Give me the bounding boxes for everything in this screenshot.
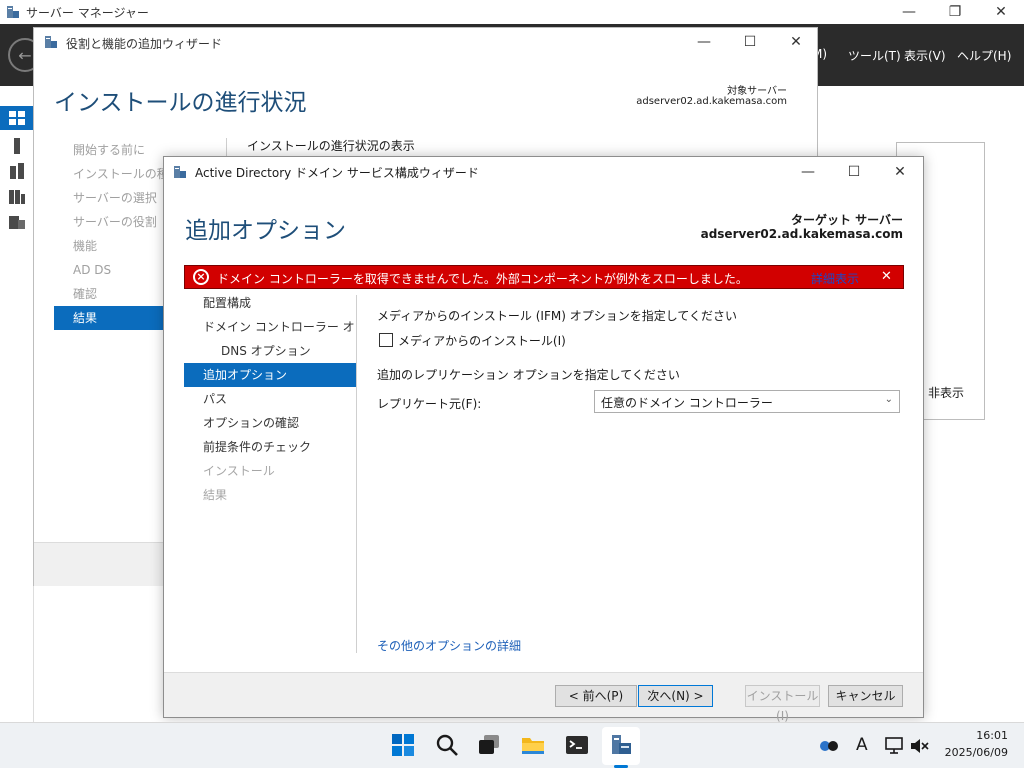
- file-explorer-icon[interactable]: [520, 732, 546, 758]
- all-servers-icon[interactable]: [8, 163, 26, 179]
- local-server-icon[interactable]: [8, 138, 26, 154]
- volume-muted-icon[interactable]: [908, 735, 930, 757]
- adds-step-results: 結果: [203, 488, 228, 502]
- add-roles-wizard-titlebar: 役割と機能の追加ウィザード — ☐ ✕: [34, 28, 817, 58]
- next-button[interactable]: 次へ(N) >: [638, 685, 713, 707]
- adds-step-installation: インストール: [203, 464, 275, 478]
- adds-target-server-value: adserver02.ad.kakemasa.com: [700, 227, 903, 241]
- terminal-icon[interactable]: [564, 732, 590, 758]
- replicate-from-value: 任意のドメイン コントローラー: [601, 396, 773, 410]
- roles-step-features[interactable]: 機能: [54, 234, 164, 258]
- w2-close-button[interactable]: ✕: [877, 157, 923, 187]
- roles-wizard-target-value: adserver02.ad.kakemasa.com: [636, 96, 787, 107]
- roles-step-before-you-begin[interactable]: 開始する前に: [54, 138, 164, 162]
- menu-tools[interactable]: ツール(T): [848, 47, 901, 64]
- ime-indicator[interactable]: A: [856, 735, 868, 755]
- adds-step-prerequisites-check[interactable]: 前提条件のチェック: [184, 435, 356, 459]
- adds-wizard-heading: 追加オプション: [185, 218, 346, 244]
- w1-maximize-button[interactable]: ☐: [727, 28, 773, 56]
- hide-link[interactable]: 非表示: [928, 384, 964, 401]
- server-manager-titlebar: サーバー マネージャー — ❐ ✕: [0, 0, 1024, 24]
- server-manager-title: サーバー マネージャー: [26, 6, 149, 20]
- roles-step-confirmation[interactable]: 確認: [54, 282, 164, 306]
- task-view-icon[interactable]: [476, 732, 502, 758]
- dashboard-icon: [9, 111, 25, 125]
- ifm-checkbox[interactable]: [379, 333, 393, 347]
- progress-view-title: インストールの進行状況の表示: [247, 139, 415, 153]
- replicate-from-dropdown[interactable]: 任意のドメイン コントローラー ⌄: [594, 390, 900, 413]
- ifm-checkbox-label[interactable]: メディアからのインストール(I): [398, 332, 566, 349]
- ifm-section-title: メディアからのインストール (IFM) オプションを指定してください: [377, 309, 737, 323]
- error-details-link[interactable]: 詳細表示: [811, 270, 859, 287]
- roles-step-ad-ds[interactable]: AD DS: [54, 258, 164, 282]
- adds-wizard-divider: [356, 295, 357, 653]
- menu-help[interactable]: ヘルプ(H): [957, 47, 1011, 64]
- clock-date[interactable]: 2025/06/09: [930, 746, 1008, 759]
- roles-wizard-target-label: 対象サーバー: [727, 86, 787, 97]
- network-sharing-icon[interactable]: [818, 736, 840, 756]
- wizard-app-icon: [44, 35, 58, 52]
- search-icon[interactable]: [434, 732, 460, 758]
- roles-wizard-heading: インストールの進行状況: [54, 90, 307, 116]
- roles-step-installation-type[interactable]: インストールの種類: [54, 162, 164, 186]
- adds-wizard-title: Active Directory ドメイン サービス構成ウィザード: [195, 166, 479, 180]
- server-manager-nav: [0, 86, 34, 722]
- nav-dashboard[interactable]: [0, 106, 34, 130]
- adds-target-server-label: ターゲット サーバー: [790, 213, 903, 227]
- error-message: ドメイン コントローラーを取得できませんでした。外部コンポーネントが例外をスロー…: [217, 272, 748, 286]
- more-options-link[interactable]: その他のオプションの詳細: [377, 637, 521, 654]
- replication-section-title: 追加のレプリケーション オプションを指定してください: [377, 368, 680, 382]
- previous-button[interactable]: < 前へ(P): [555, 685, 637, 707]
- network-monitor-icon[interactable]: [884, 735, 906, 757]
- adds-step-paths[interactable]: パス: [184, 387, 356, 411]
- error-close-icon[interactable]: ✕: [881, 269, 892, 284]
- adds-step-dns-options[interactable]: DNS オプション: [184, 339, 356, 363]
- add-roles-wizard-title: 役割と機能の追加ウィザード: [66, 37, 223, 51]
- file-storage-icon[interactable]: [8, 213, 26, 229]
- menu-view[interactable]: 表示(V): [904, 47, 946, 64]
- cancel-button[interactable]: キャンセル: [828, 685, 903, 707]
- adds-wizard-footer: < 前へ(P) 次へ(N) > インストール(I) キャンセル: [164, 672, 923, 723]
- replicate-from-label: レプリケート元(F):: [377, 397, 482, 411]
- roles-step-server-selection[interactable]: サーバーの選択: [54, 186, 164, 210]
- sm-minimize-button[interactable]: —: [886, 0, 932, 24]
- start-icon[interactable]: [390, 732, 416, 758]
- install-button[interactable]: インストール(I): [745, 685, 820, 723]
- server-manager-app-icon: [6, 5, 20, 22]
- sm-close-button[interactable]: ✕: [978, 0, 1024, 24]
- w2-maximize-button[interactable]: ☐: [831, 157, 877, 187]
- ad-ds-icon[interactable]: [8, 188, 26, 204]
- chevron-down-icon: ⌄: [884, 394, 893, 405]
- error-x-icon: ×: [193, 269, 209, 285]
- clock-time[interactable]: 16:01: [950, 729, 1008, 742]
- roles-step-results[interactable]: 結果: [54, 306, 164, 330]
- adds-step-review-options[interactable]: オプションの確認: [184, 411, 356, 435]
- adds-step-additional-options[interactable]: 追加オプション: [184, 363, 356, 387]
- server-manager-icon[interactable]: [608, 732, 634, 758]
- adds-step-dc-options[interactable]: ドメイン コントローラー オプション: [184, 315, 356, 339]
- w1-minimize-button[interactable]: —: [681, 28, 727, 56]
- roles-wizard-steps: 開始する前に インストールの種類 サーバーの選択 サーバーの役割 機能 AD D…: [54, 138, 164, 330]
- error-banner: × ドメイン コントローラーを取得できませんでした。外部コンポーネントが例外をス…: [184, 265, 904, 289]
- sm-maximize-button[interactable]: ❐: [932, 0, 978, 24]
- adds-step-deployment-configuration[interactable]: 配置構成: [184, 291, 356, 315]
- w1-close-button[interactable]: ✕: [773, 28, 819, 56]
- taskbar: A 16:01 2025/06/09: [0, 722, 1024, 768]
- adds-wizard-titlebar: Active Directory ドメイン サービス構成ウィザード — ☐ ✕: [164, 157, 923, 187]
- adds-wizard-app-icon: [173, 165, 187, 182]
- w2-minimize-button[interactable]: —: [785, 157, 831, 187]
- roles-step-server-roles[interactable]: サーバーの役割: [54, 210, 164, 234]
- adds-wizard-window: Active Directory ドメイン サービス構成ウィザード — ☐ ✕ …: [163, 156, 924, 723]
- adds-wizard-steps: 配置構成 ドメイン コントローラー オプション DNS オプション 追加オプショ…: [184, 291, 356, 507]
